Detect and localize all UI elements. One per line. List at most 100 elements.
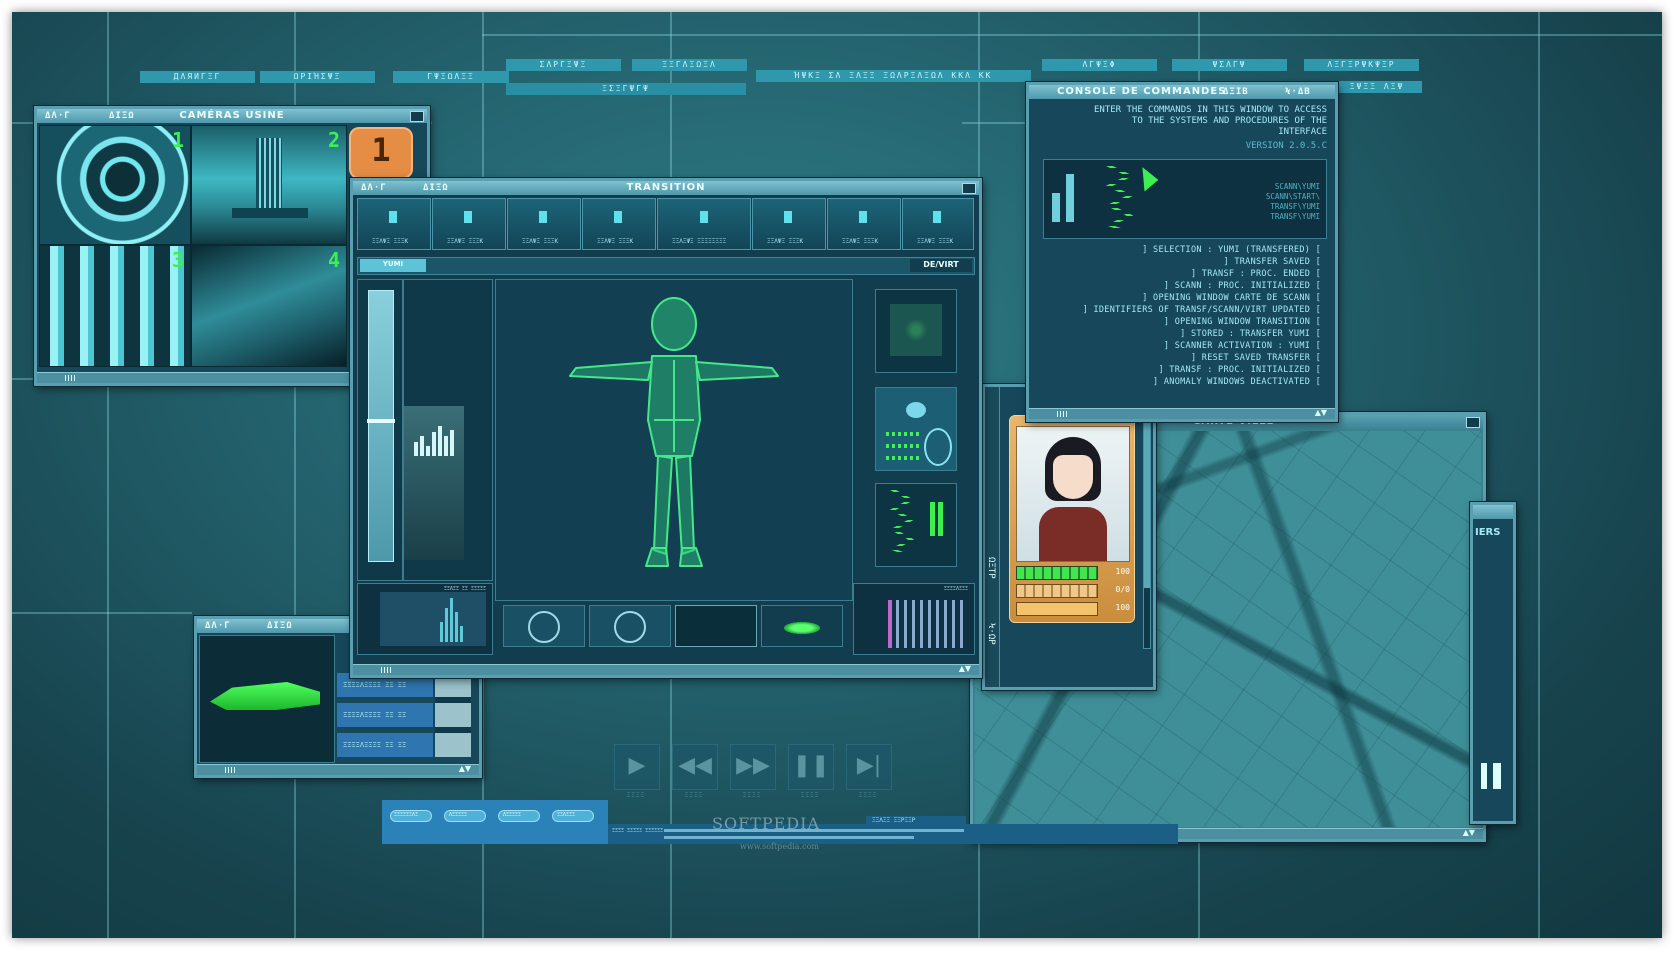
resize-grip[interactable]: [225, 767, 235, 773]
header-tag[interactable]: ΛΓΨΞΦ: [1042, 59, 1157, 71]
gauge-panel[interactable]: [503, 605, 585, 647]
character-window[interactable]: ΩΞΤΡ Ϟ·ΩΡ 100 0/0 100: [982, 384, 1156, 690]
transfer-slot[interactable]: ΞΞΛΨΞ ΞΞΞΚ: [357, 198, 431, 250]
scan-label: TRANSF\YUMI: [1270, 202, 1320, 211]
console-window[interactable]: CONSOLE DE COMMANDES ΔΞΙΒ Ϟ·ΔΒ ENTER THE…: [1026, 82, 1338, 422]
command-pill[interactable]: ΛΞΞΞΞΞ: [444, 810, 486, 822]
transition-titlebar[interactable]: ΔΛ·Γ ΔΙΞΩ TRANSITION: [353, 181, 979, 195]
header-tag[interactable]: ΞΨΞΞ ΛΞΨ: [1332, 81, 1422, 93]
header-tag[interactable]: ДΛЯИΓΞΓ: [140, 71, 255, 83]
camera-feed-4[interactable]: 4: [191, 245, 347, 367]
fast-forward-button[interactable]: ▶▶: [730, 744, 776, 790]
minimize-button[interactable]: [962, 183, 976, 194]
partial-titlebar[interactable]: [1473, 505, 1513, 519]
scan-platform-icon: [784, 622, 820, 634]
transfer-slot[interactable]: ΞΞΛΨΞ ΞΞΞΚ: [827, 198, 901, 250]
slot-label: ΞΞΛΨΞ ΞΞΞΚ: [372, 238, 409, 245]
minimize-button[interactable]: [410, 111, 424, 122]
card-scrollbar[interactable]: [1143, 407, 1151, 649]
slot-label: ΞΞΛΞΨΞ ΞΞΞΞΞΞΞΞ: [672, 238, 727, 245]
transfer-slot[interactable]: ΞΞΛΞΨΞ ΞΞΞΞΞΞΞΞ: [657, 198, 751, 250]
minimize-button[interactable]: [1466, 417, 1480, 428]
window-glyph: Ϟ·ΔΒ: [1285, 87, 1311, 97]
list-item[interactable]: ΞΞΞΞΛΞΞΞΞ ΞΞ ΞΞ: [337, 703, 433, 727]
resize-grip[interactable]: [1057, 411, 1067, 417]
collapse-icon[interactable]: ▲▼: [1315, 408, 1327, 417]
gauge-panel[interactable]: [589, 605, 671, 647]
level-gauge[interactable]: [367, 290, 395, 562]
profile-status-panel[interactable]: [875, 387, 957, 471]
camera-feed-2[interactable]: 2: [191, 125, 347, 245]
command-pill[interactable]: ΛΞΞΞΞΞ: [498, 810, 540, 822]
transfer-slot[interactable]: ΞΞΛΨΞ ΞΞΞΚ: [582, 198, 656, 250]
header-tag[interactable]: ΩΡΙΉΣΨΞ: [260, 71, 375, 83]
transfer-slot[interactable]: ΞΞΛΨΞ ΞΞΞΚ: [432, 198, 506, 250]
empty-panel[interactable]: [675, 605, 757, 647]
scan-panel[interactable]: SCANN\YUMI SCANN\START\ TRANSF\YUMI TRAN…: [1043, 159, 1327, 239]
green-building-model: [210, 682, 320, 710]
header-tag[interactable]: ΨΣΛΓΨ: [1172, 59, 1287, 71]
character-card[interactable]: 100 0/0 100: [1009, 415, 1135, 623]
collapse-icon[interactable]: ▲▼: [959, 664, 971, 673]
scan-platform-panel[interactable]: [761, 605, 843, 647]
scroll-thumb[interactable]: [1144, 418, 1150, 588]
header-tag[interactable]: ΣΛΡΓΞΨΞ: [506, 59, 621, 71]
slot-indicator: [614, 211, 622, 223]
camera-feed-3[interactable]: 3: [39, 245, 191, 367]
3d-model-viewport[interactable]: [199, 635, 335, 763]
tab-de-virt[interactable]: DE/VIRT: [910, 259, 972, 272]
transfer-slot[interactable]: ΞΞΛΨΞ ΞΞΞΚ: [507, 198, 581, 250]
command-pill[interactable]: ΞΞΛΞΞΞ: [552, 810, 594, 822]
pause-icon: ❚❚: [792, 753, 830, 778]
resize-grip[interactable]: [65, 375, 75, 381]
partial-window[interactable]: IERS: [1470, 502, 1516, 824]
camera-selector-badge[interactable]: 1: [349, 127, 413, 179]
scan-thumbnail[interactable]: [875, 289, 957, 373]
histogram-bar: [455, 612, 458, 642]
rewind-button[interactable]: ◀◀: [672, 744, 718, 790]
log-line: ] RESET SAVED TRANSFER [: [1190, 353, 1321, 363]
next-button[interactable]: ▶|: [846, 744, 892, 790]
resize-grip[interactable]: [381, 667, 391, 673]
transfer-slot[interactable]: ΞΞΛΨΞ ΞΞΞΚ: [902, 198, 974, 250]
rewind-icon: ◀◀: [678, 753, 712, 778]
list-item[interactable]: ΞΞΞΞΛΞΞΞΞ ΞΞ ΞΞ: [337, 733, 433, 757]
model-viewer-statusbar: ▲▼: [197, 764, 479, 775]
mini-status-tag[interactable]: ΞΞΛΞΞ ΞΞΡΞΞΡ: [866, 816, 966, 826]
tab-yumi[interactable]: YUMI: [360, 259, 426, 272]
stat-value: 100: [1115, 603, 1130, 612]
transition-window[interactable]: ΔΛ·Γ ΔΙΞΩ TRANSITION ΞΞΛΨΞ ΞΞΞΚ ΞΞΛΨΞ ΞΞ…: [350, 178, 982, 678]
dna-level-bar: [938, 502, 943, 536]
softpedia-url: www.softpedia.com: [740, 842, 819, 851]
collapse-icon[interactable]: ▲▼: [1463, 828, 1475, 837]
cameras-titlebar[interactable]: ΔΛ·Γ ΔΙΞΩ CAMÉRAS USINE: [37, 109, 427, 123]
camera-number: 3: [171, 248, 184, 272]
slot-label: ΞΞΛΨΞ ΞΞΞΚ: [597, 238, 634, 245]
command-pill[interactable]: ΞΞΞΞΞΞΛΞ: [390, 810, 432, 822]
header-tag[interactable]: ΞΞΓΛΞΩΞΛ: [632, 59, 747, 71]
pause-icon[interactable]: [1481, 763, 1501, 789]
play-button[interactable]: ▶: [614, 744, 660, 790]
grid-line: [1538, 12, 1540, 938]
console-statusbar: ▲▼: [1029, 408, 1335, 419]
dna-helix-icon: [890, 490, 914, 556]
slot-indicator: [389, 211, 397, 223]
stat-value: 100: [1115, 567, 1130, 576]
header-tag[interactable]: ΛΞΓΞΡΨΚΨΞΡ: [1304, 59, 1419, 71]
window-title: CONSOLE DE COMMANDES: [1057, 86, 1227, 97]
character-wireframe: [569, 297, 779, 567]
pause-button[interactable]: ❚❚: [788, 744, 834, 790]
camera-feed-1[interactable]: 1: [39, 125, 191, 245]
transfer-slot[interactable]: ΞΞΛΨΞ ΞΞΞΚ: [752, 198, 826, 250]
console-titlebar[interactable]: CONSOLE DE COMMANDES ΔΞΙΒ Ϟ·ΔΒ: [1029, 85, 1335, 99]
header-tag[interactable]: ΞΣΞΓΨΓΨ: [506, 83, 746, 95]
header-tag[interactable]: ΉΨΚΞ ΣΛ ΞΛΞΞ ΞΩΛΡΞΛΞΩΛ ΚΚΛ ΚΚ: [756, 70, 1031, 82]
log-line: ] ANOMALY WINDOWS DEACTIVATED [: [1153, 377, 1321, 387]
header-tag[interactable]: ΓΨΞΩΛΞΞ: [393, 71, 509, 83]
histogram-panel[interactable]: ΞΞΛΞΞ ΞΞ ΞΞΞΞΞ: [357, 583, 493, 655]
dna-panel[interactable]: [875, 483, 957, 567]
signal-panel[interactable]: ΞΞΞΞΛΞΞΞ: [853, 583, 975, 655]
character-model-viewport[interactable]: [495, 279, 853, 601]
collapse-icon[interactable]: ▲▼: [459, 764, 471, 773]
dial-icon: [528, 611, 560, 643]
